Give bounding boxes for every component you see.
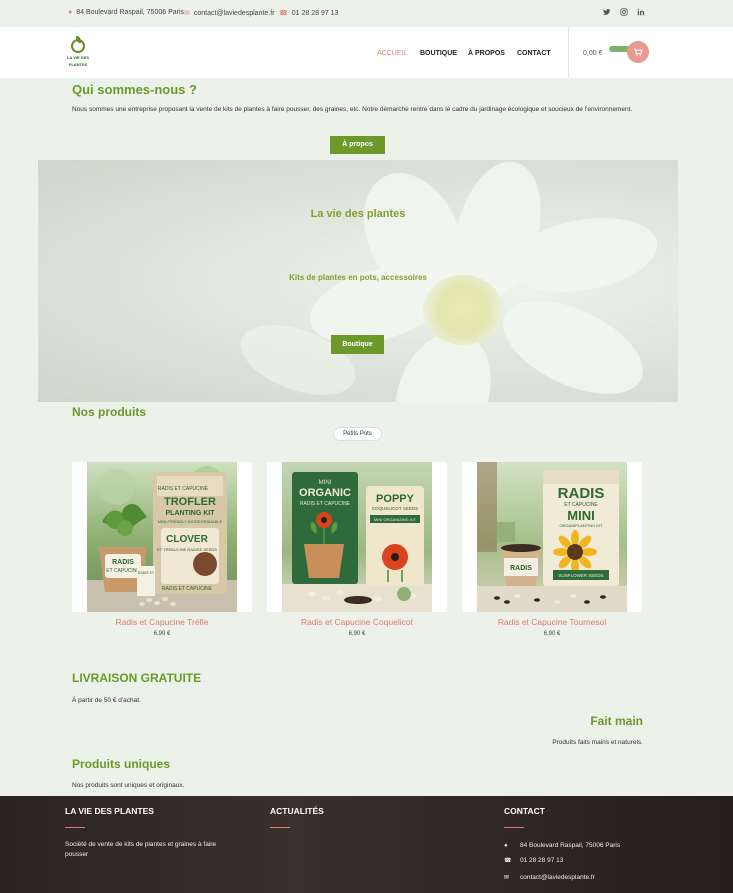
footer-address-text: 84 Boulevard Raspail, 75006 Paris [520, 842, 621, 849]
twitter-icon[interactable] [603, 8, 611, 18]
handmade-title: Fait main [590, 714, 643, 728]
svg-text:RADIS: RADIS [112, 559, 134, 566]
product-card[interactable]: RADIS ET CAPUCINE RADIS ET CAPUCINE TROF… [72, 462, 252, 637]
envelope-icon: ✉ [184, 10, 190, 17]
svg-text:RADIS: RADIS [558, 485, 605, 502]
footer-email-text[interactable]: contact@laviedesplante.fr [520, 874, 595, 881]
footer-about-text: Société de vente de kits de plantes et g… [65, 841, 217, 858]
product-price: 6,90 € [543, 631, 561, 637]
main-navbar: LA VIE DES PLANTES ACCUEIL BOUTIQUE À PR… [0, 27, 733, 78]
footer-phone-text[interactable]: 01 28 28 97 13 [520, 857, 563, 864]
unique-products-text: Nos produits sont uniques et originaux. [72, 782, 185, 789]
svg-text:MINI: MINI [567, 508, 594, 523]
svg-text:ET CAPUCINE: ET CAPUCINE [106, 568, 140, 574]
top-bar: ● 84 Boulevard Raspail, 75006 Paris ✉ co… [0, 0, 733, 27]
footer-underline [65, 827, 85, 828]
footer-address: ● 84 Boulevard Raspail, 75006 Paris [504, 842, 620, 849]
hero-subtitle: Kits de plantes en pots, accessoires [289, 273, 427, 282]
product-image[interactable]: RADIS ET CAPUCINE RADIS ET CAPUCINE TROF… [72, 462, 252, 612]
email-info[interactable]: ✉ contact@laviedesplante.fr [184, 9, 275, 18]
product-image[interactable]: RADIS ET CAPUCINE MINI ORGANIPLANTING KI… [462, 462, 642, 612]
footer-news-title: ACTUALITÉS [270, 806, 324, 816]
cart-button[interactable] [627, 41, 649, 63]
svg-text:RADIS ET CAPUCINE: RADIS ET CAPUCINE [162, 586, 213, 592]
svg-text:RADIS: RADIS [510, 565, 532, 572]
product-card[interactable]: RADIS ET CAPUCINE MINI ORGANIPLANTING KI… [462, 462, 642, 637]
svg-text:RADIS ET CAPUCINE: RADIS ET CAPUCINE [300, 501, 351, 507]
logo-text-line2: PLANTES [68, 62, 88, 67]
menu-item-about[interactable]: À PROPOS [468, 50, 505, 57]
product-card[interactable]: MINI ORGANIC RADIS ET CAPUCINE POPPY COQ… [267, 462, 447, 637]
product-price: 6,90 € [348, 631, 366, 637]
svg-text:COQUELICOT SEEDS: COQUELICOT SEEDS [372, 506, 418, 511]
svg-text:PLANTING KIT: PLANTING KIT [166, 510, 216, 517]
svg-text:ORGANIC: ORGANIC [299, 487, 351, 499]
menu-item-contact[interactable]: CONTACT [517, 50, 551, 57]
hero-title: La vie des plantes [310, 208, 406, 220]
svg-text:CLOVER: CLOVER [166, 534, 208, 545]
svg-text:SUNFLOWER SEEDS: SUNFLOWER SEEDS [558, 573, 603, 578]
footer-about-title: LA VIE DES PLANTES [65, 806, 154, 816]
svg-text:MINI-FRIENDLY BIODEGRADABLE: MINI-FRIENDLY BIODEGRADABLE [158, 519, 223, 524]
site-footer: LA VIE DES PLANTES Société de vente de k… [0, 796, 733, 893]
svg-text:TROFLER: TROFLER [164, 496, 216, 508]
unique-products-title: Produits uniques [72, 757, 171, 771]
category-filter-tab[interactable]: Petits Pots [333, 427, 382, 441]
product-image[interactable]: MINI ORGANIC RADIS ET CAPUCINE POPPY COQ… [267, 462, 447, 612]
map-pin-icon: ● [68, 9, 73, 16]
social-links [603, 8, 645, 18]
svg-text:MINI ORGANIZING KIT: MINI ORGANIZING KIT [374, 517, 417, 522]
products-title: Nos produits [72, 405, 146, 419]
footer-underline [270, 827, 290, 828]
shop-button[interactable]: Boutique [331, 335, 384, 354]
email-link[interactable]: contact@laviedesplante.fr [194, 10, 275, 17]
svg-text:MINI: MINI [319, 480, 332, 486]
footer-underline [504, 827, 524, 828]
footer-email[interactable]: ✉ contact@laviedesplante.fr [504, 874, 595, 881]
address-text: 84 Boulevard Raspail, 75006 Paris [76, 9, 185, 16]
instagram-icon[interactable] [620, 8, 628, 18]
footer-phone[interactable]: ☎ 01 28 28 97 13 [504, 857, 563, 864]
logo-text-line1: LA VIE DES [66, 55, 90, 60]
leaf-logo-icon [71, 36, 85, 53]
svg-text:POPPY: POPPY [376, 493, 415, 505]
svg-text:ORGANIPLANTING KIT: ORGANIPLANTING KIT [559, 523, 603, 528]
map-pin-icon: ● [504, 842, 508, 849]
menu-item-home[interactable]: ACCUEIL [377, 50, 407, 57]
handmade-text: Produits faits mains et naturels. [552, 739, 643, 746]
address-info: ● 84 Boulevard Raspail, 75006 Paris [68, 9, 184, 16]
phone-icon: ☎ [504, 858, 512, 864]
footer-contact-title: CONTACT [504, 806, 545, 816]
nav-divider [568, 27, 569, 78]
phone-link[interactable]: 01 28 28 97 13 [292, 10, 339, 17]
about-text: Nous sommes une entreprise proposant la … [72, 106, 633, 113]
svg-text:ET TREBUCINE RADISE SEEDS: ET TREBUCINE RADISE SEEDS [157, 547, 217, 552]
free-shipping-title: LIVRAISON GRATUITE [72, 671, 202, 685]
envelope-icon: ✉ [504, 875, 510, 881]
product-price: 6,90 € [153, 631, 171, 637]
menu-item-shop[interactable]: BOUTIQUE [420, 50, 457, 57]
about-title: Qui sommes-nous ? [72, 82, 197, 97]
about-button[interactable]: À propos [330, 136, 385, 154]
linkedin-icon[interactable] [637, 8, 645, 18]
svg-text:RADIS ET CAPUCINE: RADIS ET CAPUCINE [158, 486, 209, 492]
hero-banner: La vie des plantes Kits de plantes en po… [38, 160, 678, 402]
product-name[interactable]: Radis et Capucine Tournesol [462, 617, 642, 627]
site-logo[interactable]: LA VIE DES PLANTES [66, 36, 90, 67]
svg-text:RADIS ET: RADIS ET [138, 571, 155, 575]
product-name[interactable]: Radis et Capucine Coquelicot [267, 617, 447, 627]
cart-total[interactable]: 0,00 € [583, 50, 602, 57]
phone-icon: ☎ [279, 10, 288, 17]
cart-icon [634, 48, 643, 56]
phone-info[interactable]: ☎ 01 28 28 97 13 [279, 9, 339, 18]
free-shipping-text: À partir de 50 € d'achat. [72, 697, 141, 704]
product-name[interactable]: Radis et Capucine Trèfle [72, 617, 252, 627]
